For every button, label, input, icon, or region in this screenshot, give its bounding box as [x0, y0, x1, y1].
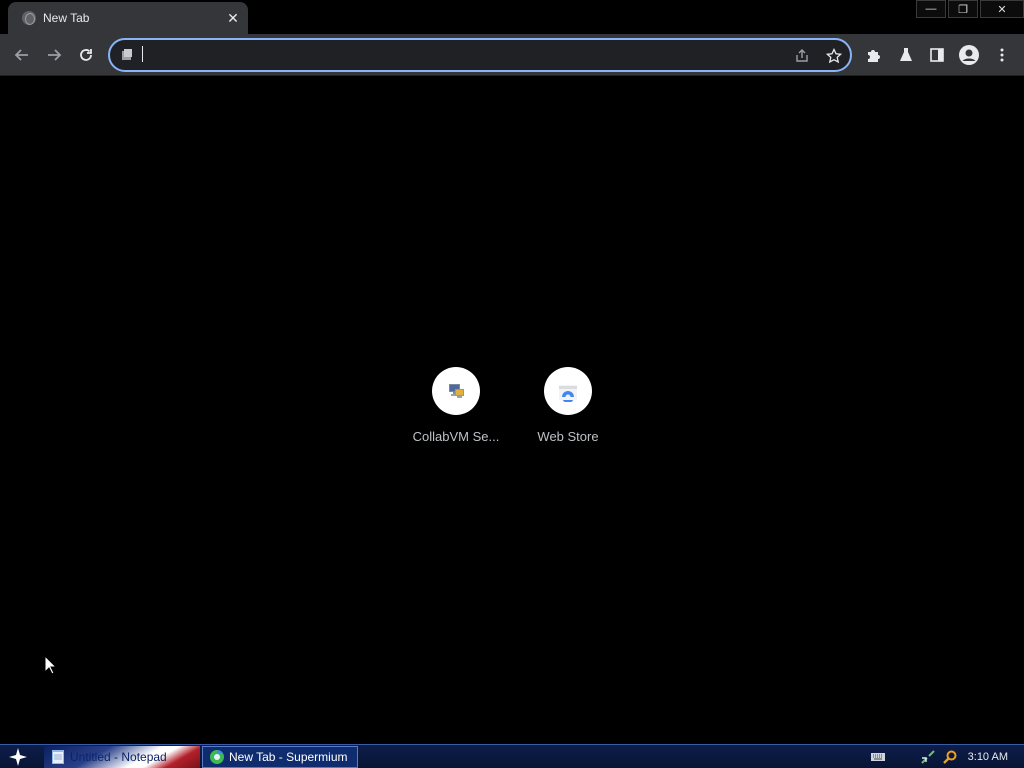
restore-button[interactable]: ❐: [948, 0, 978, 18]
tab-new-tab[interactable]: New Tab ✕: [8, 2, 248, 34]
labs-button[interactable]: [893, 42, 919, 68]
reload-icon: [80, 49, 92, 61]
more-vert-icon: [1000, 48, 1004, 62]
reload-button[interactable]: [73, 42, 99, 68]
side-panel-button[interactable]: [924, 42, 950, 68]
shortcut-icon-container: [544, 367, 592, 415]
bookmark-button[interactable]: [824, 46, 844, 66]
taskbar-item-supermium[interactable]: New Tab - Supermium: [202, 746, 358, 768]
taskbar: Untitled - Notepad New Tab - Supermium 3…: [0, 744, 1024, 768]
menu-button[interactable]: [989, 42, 1015, 68]
back-button[interactable]: [9, 42, 35, 68]
shortcut-label: Web Store: [537, 429, 599, 444]
close-window-button[interactable]: ✕: [980, 0, 1024, 18]
collabvm-icon: [449, 384, 464, 398]
minimize-button[interactable]: —: [916, 0, 946, 18]
star-logo-icon: [9, 748, 27, 766]
taskbar-item-label: New Tab - Supermium: [229, 750, 348, 764]
taskbar-item-notepad[interactable]: Untitled - Notepad: [44, 746, 200, 768]
tab-title: New Tab: [43, 11, 90, 25]
avatar-icon: [959, 45, 979, 65]
flask-icon: [900, 48, 912, 61]
puzzle-icon: [868, 50, 880, 62]
title-bar: New Tab ✕ — ❐ ✕: [0, 0, 1024, 34]
address-input[interactable]: [140, 45, 780, 65]
tab-close-button[interactable]: ✕: [224, 9, 242, 27]
globe-icon: [22, 11, 36, 25]
clock: 3:10 AM: [967, 751, 1008, 763]
share-button[interactable]: [792, 46, 812, 66]
shortcut-label: CollabVM Se...: [412, 429, 500, 444]
system-tray: 3:10 AM: [864, 746, 1024, 768]
notepad-icon: [52, 750, 64, 764]
star-icon: [826, 48, 842, 64]
keyboard-icon[interactable]: [870, 749, 886, 765]
shortcut-collabvm[interactable]: CollabVM Se...: [400, 367, 512, 463]
address-bar[interactable]: [108, 38, 852, 72]
browser-toolbar: [0, 34, 1024, 76]
mouse-cursor-icon: [44, 655, 58, 675]
extensions-button[interactable]: [861, 42, 887, 68]
profile-button[interactable]: [956, 42, 982, 68]
forward-button[interactable]: [41, 42, 67, 68]
arrow-right-icon: [48, 49, 62, 61]
web-store-icon: [559, 385, 577, 402]
shortcut-web-store[interactable]: Web Store: [512, 367, 624, 463]
network-icon[interactable]: [920, 749, 936, 765]
text-caret: [142, 46, 143, 62]
taskbar-item-label: Untitled - Notepad: [70, 750, 167, 764]
arrow-left-icon: [14, 49, 28, 61]
window-controls: — ❐ ✕: [914, 0, 1024, 20]
start-button[interactable]: [4, 746, 32, 768]
search-icon[interactable]: [942, 749, 958, 765]
page-icon: [122, 49, 132, 60]
share-icon: [796, 49, 808, 62]
supermium-icon: [210, 749, 224, 764]
shortcut-icon-container: [432, 367, 480, 415]
screen: New Tab ✕ — ❐ ✕ CollabVM Se... Web Store…: [0, 0, 1024, 768]
side-panel-icon: [930, 48, 944, 62]
